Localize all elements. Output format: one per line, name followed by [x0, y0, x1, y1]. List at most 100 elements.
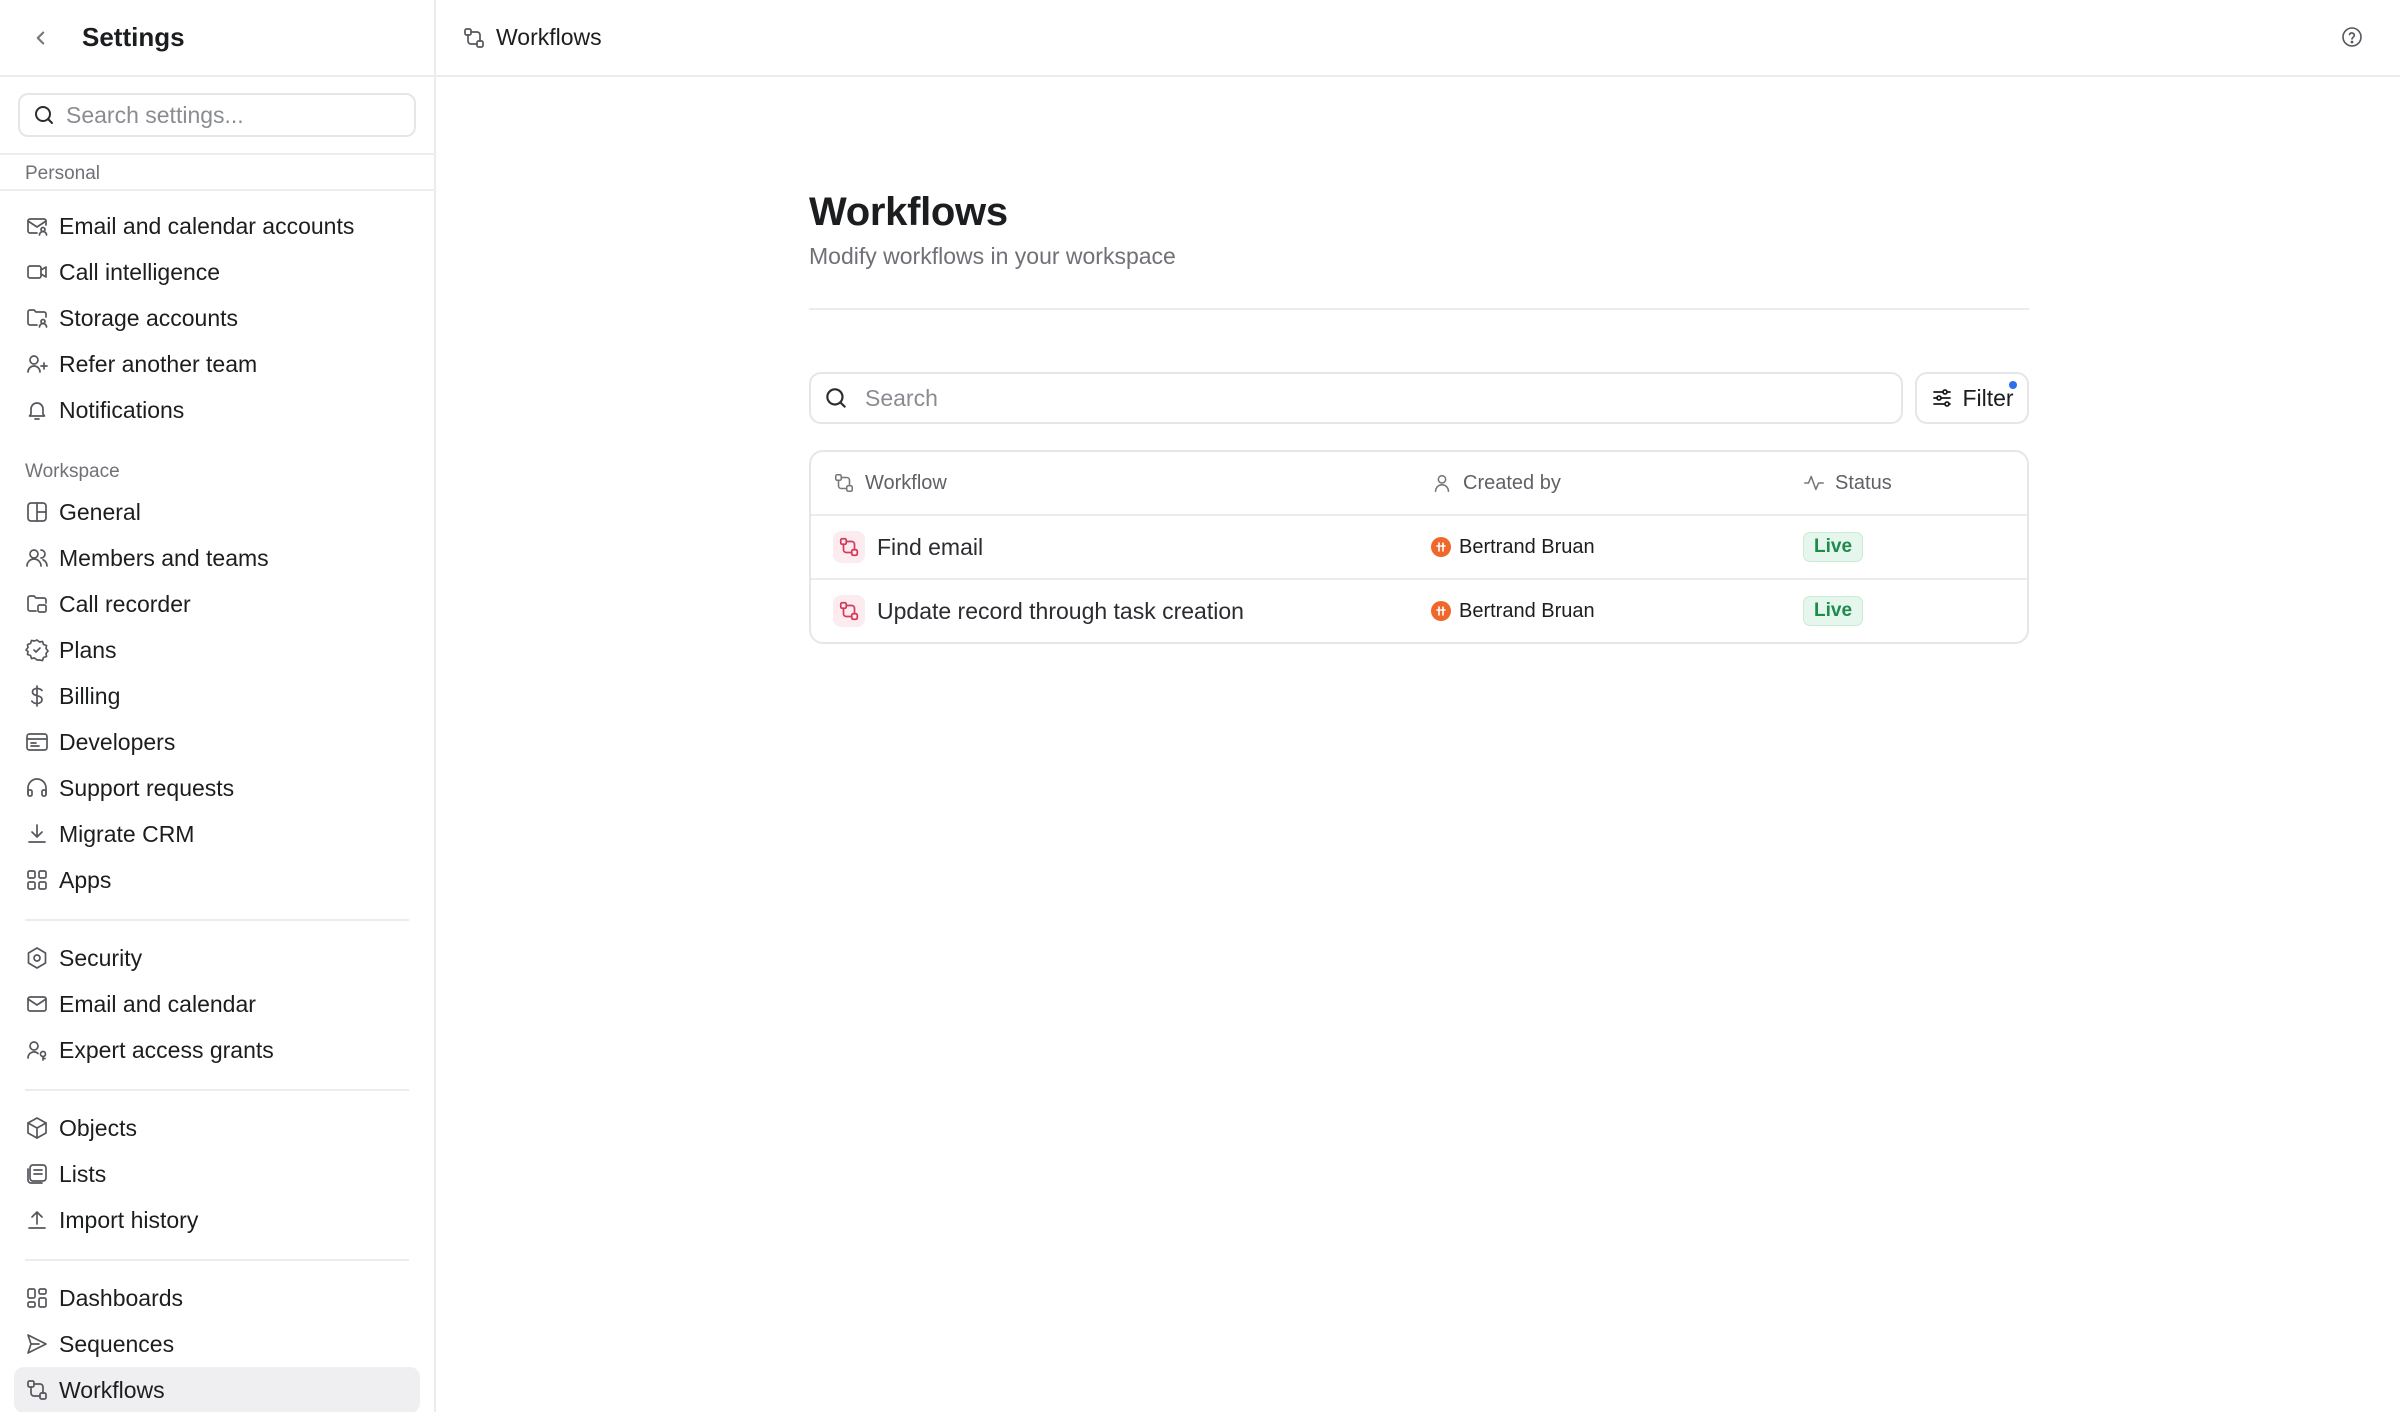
- sidebar-item-label: Storage accounts: [59, 304, 239, 331]
- sidebar-search[interactable]: [18, 93, 416, 137]
- creator-name: Bertrand Bruan: [1459, 599, 1595, 622]
- mail-icon: [25, 992, 49, 1016]
- chevron-left-icon[interactable]: [28, 25, 54, 51]
- sidebar-item-label: Sequences: [59, 1330, 175, 1357]
- list-icon: [25, 1162, 49, 1186]
- sidebar-item-label: Migrate CRM: [59, 820, 195, 847]
- sidebar-title: Settings: [82, 22, 185, 52]
- sidebar-item-label: General: [59, 498, 141, 525]
- sidebar-item-workflows[interactable]: Workflows: [14, 1367, 420, 1412]
- sidebar-item-email-calendar[interactable]: Email and calendar: [14, 981, 420, 1027]
- workflow-badge: [833, 595, 865, 627]
- sidebar-item-expert-access-grants[interactable]: Expert access grants: [14, 1027, 420, 1073]
- column-header-status[interactable]: Status: [1791, 472, 2027, 495]
- sidebar-item-label: Members and teams: [59, 544, 269, 571]
- sidebar-item-dashboards[interactable]: Dashboards: [14, 1275, 420, 1321]
- filter-button[interactable]: Filter: [1915, 372, 2029, 424]
- sidebar-item-call-intelligence[interactable]: Call intelligence: [14, 249, 420, 295]
- settings-search-input[interactable]: [66, 101, 414, 129]
- filter-active-indicator: [2009, 381, 2017, 389]
- sidebar-divider: [25, 919, 409, 921]
- sidebar-item-storage-accounts[interactable]: Storage accounts: [14, 295, 420, 341]
- sidebar-divider: [25, 1089, 409, 1091]
- creator-name: Bertrand Bruan: [1459, 535, 1595, 558]
- sidebar-item-label: Support requests: [59, 774, 235, 801]
- sidebar-item-label: Dashboards: [59, 1284, 184, 1311]
- workflows-table: Workflow Created by Status Find email Be…: [809, 450, 2029, 644]
- sidebar-item-label: Import history: [59, 1206, 199, 1233]
- download-icon: [25, 822, 49, 846]
- table-row[interactable]: Find email Bertrand Bruan Live: [811, 514, 2027, 578]
- activity-icon: [1803, 472, 1825, 494]
- page-subtitle: Modify workflows in your workspace: [809, 243, 1176, 269]
- column-header-created-by[interactable]: Created by: [1415, 472, 1791, 495]
- workflow-icon: [838, 600, 860, 622]
- terminal-window-icon: [25, 730, 49, 754]
- grid-icon: [25, 868, 49, 892]
- sidebar-item-label: Workflows: [59, 1376, 165, 1403]
- sidebar-nav[interactable]: Personal Email and calendar accounts Cal…: [0, 157, 434, 1412]
- sidebar-item-label: Billing: [59, 682, 121, 709]
- workflow-icon: [838, 536, 860, 558]
- workflow-search[interactable]: [809, 372, 1904, 424]
- sidebar-item-notifications[interactable]: Notifications: [14, 387, 420, 433]
- mail-user-icon: [25, 214, 49, 238]
- sidebar-item-support-requests[interactable]: Support requests: [14, 765, 420, 811]
- dashboard-icon: [25, 1286, 49, 1310]
- workflow-icon: [25, 1378, 49, 1402]
- workflow-search-input[interactable]: [865, 384, 1902, 412]
- upload-icon: [25, 1208, 49, 1232]
- sidebar-item-label: Developers: [59, 728, 176, 755]
- video-icon: [25, 260, 49, 284]
- cell-status: Live: [1791, 532, 2027, 562]
- send-icon: [25, 1332, 49, 1356]
- sidebar-header: Settings: [0, 0, 434, 77]
- cube-icon: [25, 1116, 49, 1140]
- avatar: [1431, 601, 1451, 621]
- sidebar-item-billing[interactable]: Billing: [14, 673, 420, 719]
- sidebar-item-import-history[interactable]: Import history: [14, 1197, 420, 1243]
- main-content: Workflows Modify workflows in your works…: [809, 77, 2029, 644]
- sidebar-item-members-teams[interactable]: Members and teams: [14, 535, 420, 581]
- layout-grid-icon: [25, 500, 49, 524]
- sidebar-item-label: Call intelligence: [59, 258, 221, 285]
- sidebar-item-label: Expert access grants: [59, 1036, 274, 1063]
- table-header: Workflow Created by Status: [811, 452, 2027, 514]
- user-plus-icon: [25, 352, 49, 376]
- sidebar-item-sequences[interactable]: Sequences: [14, 1321, 420, 1367]
- user-key-icon: [25, 1038, 49, 1062]
- column-header-label: Status: [1835, 471, 1892, 494]
- top-bar: Workflows: [436, 0, 2400, 77]
- table-row[interactable]: Update record through task creation Bert…: [811, 578, 2027, 642]
- settings-sidebar: Settings Personal Email and calendar acc…: [0, 0, 436, 1412]
- cell-workflow: Find email: [811, 531, 1415, 563]
- sidebar-item-label: Refer another team: [59, 350, 258, 377]
- help-icon[interactable]: [2340, 25, 2364, 49]
- sidebar-item-objects[interactable]: Objects: [14, 1105, 420, 1151]
- sidebar-item-call-recorder[interactable]: Call recorder: [14, 581, 420, 627]
- sidebar-divider: [25, 1259, 409, 1261]
- sidebar-item-plans[interactable]: Plans: [14, 627, 420, 673]
- status-badge: Live: [1803, 532, 1864, 562]
- column-header-workflow[interactable]: Workflow: [811, 472, 1415, 495]
- column-header-label: Created by: [1463, 471, 1561, 494]
- folder-record-icon: [25, 592, 49, 616]
- dollar-icon: [25, 684, 49, 708]
- sidebar-item-label: Security: [59, 944, 143, 971]
- cell-workflow: Update record through task creation: [811, 595, 1415, 627]
- sidebar-item-apps[interactable]: Apps: [14, 857, 420, 903]
- sidebar-item-label: Email and calendar: [59, 990, 256, 1017]
- sidebar-item-refer-another-team[interactable]: Refer another team: [14, 341, 420, 387]
- sidebar-item-partially-hidden: [0, 191, 434, 203]
- avatar: [1431, 537, 1451, 557]
- search-icon: [32, 103, 56, 127]
- workflow-icon: [833, 472, 855, 494]
- sliders-icon: [1930, 386, 1954, 410]
- bell-icon: [25, 398, 49, 422]
- sidebar-item-migrate-crm[interactable]: Migrate CRM: [14, 811, 420, 857]
- sidebar-item-lists[interactable]: Lists: [14, 1151, 420, 1197]
- sidebar-item-email-calendar-accounts[interactable]: Email and calendar accounts: [14, 203, 420, 249]
- sidebar-item-security[interactable]: Security: [14, 935, 420, 981]
- sidebar-item-general[interactable]: General: [14, 489, 420, 535]
- sidebar-item-developers[interactable]: Developers: [14, 719, 420, 765]
